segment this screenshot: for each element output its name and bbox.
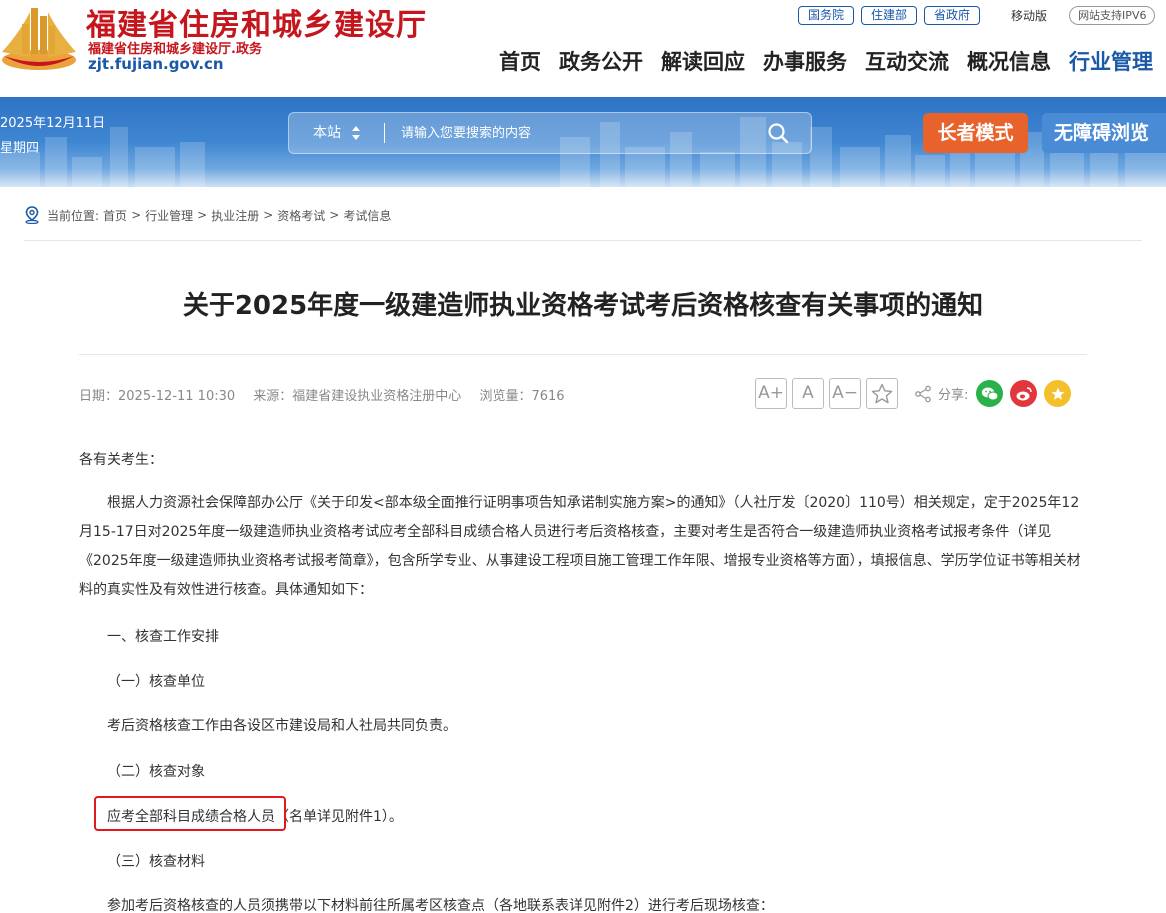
article-title: 关于2025年度一级建造师执业资格考试考后资格核查有关事项的通知 xyxy=(182,291,984,321)
breadcrumb: 当前位置: 首页 > 行业管理 > 执业注册 > 资格考试 > 考试信息 xyxy=(24,206,391,224)
breadcrumb-exam-info[interactable]: 考试信息 xyxy=(343,207,391,224)
link-state-council[interactable]: 国务院 xyxy=(798,5,855,25)
nav-interpretation[interactable]: 解读回应 xyxy=(661,46,745,76)
search-box: 本站 xyxy=(288,112,812,154)
breadcrumb-separator: > xyxy=(131,208,142,222)
sort-arrows-icon[interactable] xyxy=(351,125,361,141)
paragraph: 参加考后资格核查的人员须携带以下材料前往所属考区核查点（各地联系表详见附件2）进… xyxy=(107,898,774,913)
wechat-icon xyxy=(981,387,999,400)
breadcrumb-home[interactable]: 首页 xyxy=(103,207,127,224)
font-reset-button[interactable]: A xyxy=(792,378,824,409)
search-input[interactable] xyxy=(401,113,741,153)
red-highlight-box xyxy=(94,796,286,831)
accessible-browse-button[interactable]: 无障碍浏览 xyxy=(1042,113,1166,153)
view-count: 浏览量：7616 xyxy=(479,389,565,404)
font-decrease-button[interactable]: A− xyxy=(829,378,861,409)
search-scope-select[interactable]: 本站 xyxy=(313,113,341,153)
subsection-heading: （二）核查对象 xyxy=(107,764,205,780)
location-pin-icon xyxy=(25,206,39,224)
nav-home[interactable]: 首页 xyxy=(499,46,541,76)
nav-services[interactable]: 办事服务 xyxy=(763,46,847,76)
share-wechat-button[interactable] xyxy=(976,380,1004,407)
divider xyxy=(79,354,1087,355)
link-mobile[interactable]: 移动版 xyxy=(1011,7,1047,24)
link-province-gov[interactable]: 省政府 xyxy=(924,5,981,25)
banner: 2025年12月11日 星期四 本站 长者模式 无障碍浏览 xyxy=(0,97,1166,187)
article-meta: 日期：2025-12-11 10:30 来源：福建省建设执业资格注册中心 浏览量… xyxy=(79,385,579,404)
section-heading: 一、核查工作安排 xyxy=(107,629,219,645)
nav-interaction[interactable]: 互动交流 xyxy=(865,46,949,76)
site-url: zjt.fujian.gov.cn xyxy=(88,55,224,73)
site-header: 福建省住房和城乡建设厅 福建省住房和城乡建设厅.政务 zjt.fujian.go… xyxy=(0,0,1166,97)
paragraph-text: （名单详见附件1）。 xyxy=(275,809,403,825)
breadcrumb-separator: > xyxy=(197,208,208,222)
nav-overview[interactable]: 概况信息 xyxy=(967,46,1051,76)
date-text: 2025年12月11日 xyxy=(0,116,106,131)
search-divider xyxy=(384,123,385,143)
nav-gov-affairs[interactable]: 政务公开 xyxy=(559,46,643,76)
breadcrumb-label: 当前位置: xyxy=(47,208,100,223)
subsection-heading: （三）核查材料 xyxy=(107,854,205,870)
emblem-logo-icon[interactable] xyxy=(0,2,78,74)
favorite-button[interactable] xyxy=(866,378,898,409)
breadcrumb-industry[interactable]: 行业管理 xyxy=(145,207,193,224)
star-icon xyxy=(871,383,893,403)
paragraph: 考后资格核查工作由各设区市建设局和人社局共同负责。 xyxy=(107,718,457,734)
search-icon[interactable] xyxy=(767,122,789,144)
link-mohurd[interactable]: 住建部 xyxy=(861,5,918,25)
font-increase-button[interactable]: A+ xyxy=(755,378,787,409)
divider xyxy=(24,240,1142,241)
share-icon xyxy=(915,385,931,402)
main-nav: 首页 政务公开 解读回应 办事服务 互动交流 概况信息 行业管理 xyxy=(490,46,1162,76)
breadcrumb-registration[interactable]: 执业注册 xyxy=(211,207,259,224)
share-favorite-button[interactable] xyxy=(1044,380,1072,407)
intro-paragraph: 根据人力资源社会保障部办公厅《关于印发<部本级全面推行证明事项告知承诺制实施方案… xyxy=(79,495,1081,598)
elder-mode-button[interactable]: 长者模式 xyxy=(923,113,1028,153)
ipv6-badge: 网站支持IPV6 xyxy=(1069,5,1156,25)
subsection-heading: （一）核查单位 xyxy=(107,674,205,690)
breadcrumb-qualification-exam[interactable]: 资格考试 xyxy=(277,207,325,224)
weibo-icon xyxy=(1016,386,1032,400)
current-date: 2025年12月11日 星期四 xyxy=(0,111,105,161)
star-icon xyxy=(1051,387,1065,400)
breadcrumb-separator: > xyxy=(329,208,340,222)
greeting: 各有关考生： xyxy=(79,452,163,468)
share-label: 分享: xyxy=(938,388,969,403)
top-links: 国务院 住建部 省政府 移动版 网站支持IPV6 xyxy=(798,5,1156,25)
nav-industry[interactable]: 行业管理 xyxy=(1069,46,1153,76)
breadcrumb-separator: > xyxy=(263,208,274,222)
weekday-text: 星期四 xyxy=(0,141,40,156)
article-source: 来源：福建省建设执业资格注册中心 xyxy=(253,389,462,404)
publish-date: 日期：2025-12-11 10:30 xyxy=(79,389,236,404)
share-weibo-button[interactable] xyxy=(1010,380,1038,407)
article-tools: A+ A A− 分享: xyxy=(755,378,1078,409)
